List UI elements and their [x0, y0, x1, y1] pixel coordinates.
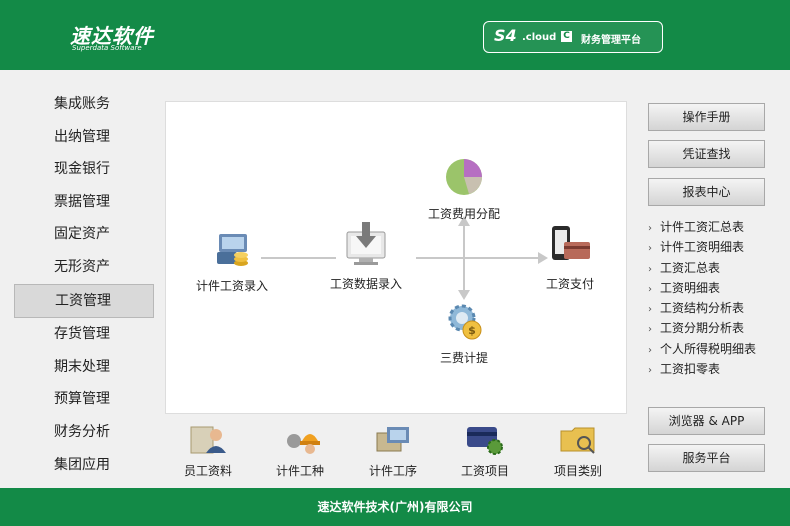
report-link-label: 工资汇总表: [660, 260, 721, 275]
report-link-label: 工资明细表: [660, 280, 721, 295]
piece-work-type-shortcut[interactable]: 计件工种: [260, 423, 340, 479]
report-link[interactable]: › 计件工资汇总表: [648, 217, 788, 237]
wage-data-entry-label: 工资数据录入: [329, 277, 402, 291]
wage-allocation-label: 工资费用分配: [427, 207, 500, 221]
platform-badge: S4 .cloud C 财务管理平台: [483, 21, 663, 53]
wage-payment-node[interactable]: 工资支付: [534, 224, 606, 292]
sidebar-nav: 集成账务 出纳管理 现金银行 票据管理 固定资产 无形资产 工资管理 存货管理 …: [14, 88, 154, 481]
wage-data-entry-node[interactable]: 工资数据录入: [318, 220, 414, 292]
wage-items-label: 工资项目: [460, 464, 509, 478]
calculator-coins-icon: [217, 234, 248, 266]
footer-bar: 速达软件技术(广州)有限公司: [0, 488, 790, 526]
logo-subtitle: Superdata Software: [72, 44, 142, 52]
report-link-label: 工资结构分析表: [660, 301, 745, 316]
report-link-label: 个人所得税明细表: [660, 341, 757, 356]
three-fees-node[interactable]: $ 三费计提: [424, 300, 504, 366]
process-icon: [376, 427, 409, 452]
piece-process-label: 计件工序: [368, 464, 417, 478]
browser-app-button[interactable]: 浏览器 & APP: [648, 407, 765, 435]
folder-icon: [560, 427, 595, 454]
piece-wage-entry-label: 计件工资录入: [195, 279, 268, 293]
report-link-label: 工资扣零表: [660, 362, 721, 377]
employee-info-shortcut[interactable]: 员工资料: [168, 423, 248, 479]
chevron-right-icon: ›: [648, 283, 652, 295]
report-link[interactable]: › 工资扣零表: [648, 359, 788, 379]
card-gear-icon: [467, 427, 503, 455]
service-platform-button[interactable]: 服务平台: [648, 444, 765, 472]
sidebar-item-bills[interactable]: 票据管理: [14, 186, 154, 219]
wage-allocation-node[interactable]: 工资费用分配: [418, 156, 510, 222]
item-category-shortcut[interactable]: 项目类别: [538, 423, 618, 479]
company-name: 速达软件技术(广州)有限公司: [317, 500, 473, 514]
sidebar-item-budget[interactable]: 预算管理: [14, 383, 154, 416]
wage-payment-label: 工资支付: [545, 277, 594, 291]
header-bar: 速达软件 Superdata Software S4 .cloud C 财务管理…: [0, 0, 790, 70]
report-link[interactable]: › 计件工资明细表: [648, 237, 788, 257]
chevron-right-icon: ›: [648, 263, 652, 275]
report-link-label: 计件工资明细表: [660, 240, 745, 255]
monitor-download-icon: [346, 222, 386, 265]
workflow-panel: 计件工资录入 工资数据录入 工资费用分配 工资支付 $ 三费计提: [165, 101, 627, 414]
report-center-button[interactable]: 报表中心: [648, 178, 765, 206]
report-link[interactable]: › 工资明细表: [648, 278, 788, 298]
sidebar-item-ledger[interactable]: 集成账务: [14, 88, 154, 121]
employee-icon: [190, 426, 226, 454]
platform-name: 财务管理平台: [581, 35, 641, 46]
sidebar-item-period-end[interactable]: 期末处理: [14, 351, 154, 384]
bottom-shortcuts: 员工资料 计件工种 计件工序 工资项目 项目类别: [165, 423, 625, 481]
employee-info-label: 员工资料: [183, 464, 232, 478]
sidebar-item-group[interactable]: 集团应用: [14, 449, 154, 482]
gear-dollar-icon: $: [448, 304, 482, 340]
pie-chart-icon: [446, 159, 482, 195]
piece-work-type-label: 计件工种: [275, 464, 324, 478]
report-link-label: 工资分期分析表: [660, 321, 745, 336]
sidebar-item-financial-analysis[interactable]: 财务分析: [14, 416, 154, 449]
sidebar-item-payroll[interactable]: 工资管理: [14, 283, 154, 319]
voucher-search-button[interactable]: 凭证查找: [648, 140, 765, 168]
report-links: › 计件工资汇总表 › 计件工资明细表 › 工资汇总表 › 工资明细表 › 工资结构分析表…: [648, 217, 788, 379]
report-link-label: 计件工资汇总表: [660, 220, 745, 234]
chevron-right-icon: ›: [648, 365, 652, 377]
piece-process-shortcut[interactable]: 计件工序: [353, 423, 433, 479]
sidebar-item-intangible-assets[interactable]: 无形资产: [14, 251, 154, 284]
wage-items-shortcut[interactable]: 工资项目: [445, 423, 525, 479]
chevron-right-icon: ›: [648, 344, 652, 356]
platform-c-mark: C: [561, 31, 572, 42]
item-category-label: 项目类别: [553, 464, 602, 478]
platform-s4: S4: [494, 26, 517, 45]
chevron-right-icon: ›: [648, 223, 652, 234]
arrowhead-down: [458, 290, 470, 300]
sidebar-item-inventory[interactable]: 存货管理: [14, 318, 154, 351]
report-link[interactable]: › 工资结构分析表: [648, 298, 788, 318]
svg-text:$: $: [468, 324, 476, 337]
manual-button[interactable]: 操作手册: [648, 103, 765, 131]
report-link[interactable]: › 个人所得税明细表: [648, 339, 788, 359]
sidebar-item-cashier[interactable]: 出纳管理: [14, 121, 154, 154]
chevron-right-icon: ›: [648, 243, 652, 255]
report-link[interactable]: › 工资分期分析表: [648, 318, 788, 338]
chevron-right-icon: ›: [648, 304, 652, 316]
worker-icon: [287, 434, 320, 454]
platform-cloud: .cloud: [522, 32, 557, 43]
sidebar-item-cash-bank[interactable]: 现金银行: [14, 153, 154, 186]
chevron-right-icon: ›: [648, 324, 652, 336]
sidebar-item-fixed-assets[interactable]: 固定资产: [14, 218, 154, 251]
report-link[interactable]: › 工资汇总表: [648, 258, 788, 278]
piece-wage-entry-node[interactable]: 计件工资录入: [188, 230, 276, 294]
three-fees-label: 三费计提: [439, 351, 488, 365]
phone-card-icon: [552, 226, 590, 260]
